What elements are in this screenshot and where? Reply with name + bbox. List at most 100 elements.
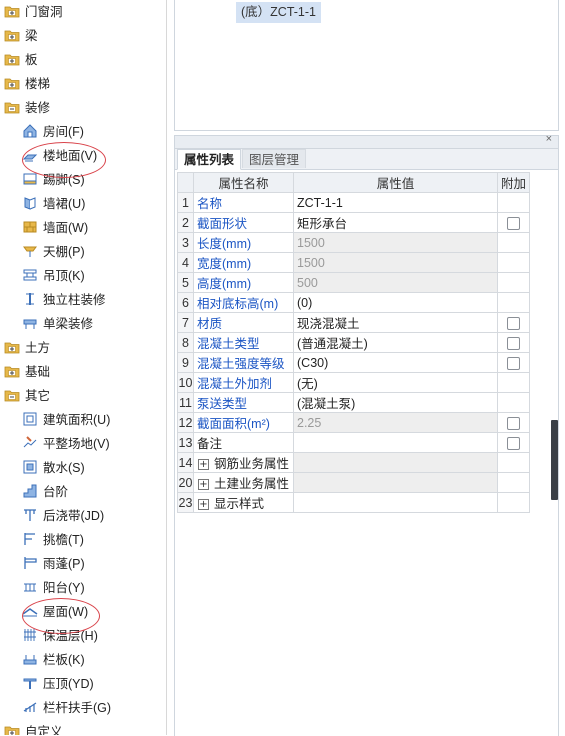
property-row[interactable]: 13 备注 [177, 432, 531, 453]
property-name-text: 截面面积(m²) [197, 417, 270, 431]
tree-folder[interactable]: 装修 [4, 96, 50, 118]
property-row[interactable]: 23 + 显示样式 [177, 492, 531, 513]
property-row[interactable]: 5 高度(mm) 500 [177, 272, 531, 293]
tree-item[interactable]: 墙裙(U) [22, 192, 85, 214]
attach-checkbox[interactable] [507, 356, 520, 370]
expand-icon[interactable]: + [198, 479, 209, 491]
tree-item[interactable]: 台阶 [22, 480, 68, 502]
tree-item[interactable]: 屋面(W) [22, 600, 88, 622]
tree-label: 天棚(P) [43, 244, 85, 259]
tree-label: 自定义 [25, 724, 63, 735]
tree-folder[interactable]: 其它 [4, 384, 50, 406]
property-name-text: 显示样式 [214, 497, 265, 511]
property-row[interactable]: 4 宽度(mm) 1500 [177, 252, 531, 273]
tree-item[interactable]: 挑檐(T) [22, 528, 84, 550]
tree-item[interactable]: 雨蓬(P) [22, 552, 85, 574]
property-value[interactable] [293, 432, 498, 453]
selected-component-label[interactable]: (底）ZCT-1-1 [236, 2, 322, 23]
tree-folder[interactable]: 门窗洞 [4, 0, 63, 22]
tree-item[interactable]: 建筑面积(U) [22, 408, 110, 430]
property-row[interactable]: 14 + 钢筋业务属性 [177, 452, 531, 473]
tree-item[interactable]: 独立柱装修 [22, 288, 106, 310]
row-index: 20 [177, 472, 194, 493]
property-value[interactable]: 现浇混凝土 [293, 312, 498, 333]
tree-item[interactable]: 阳台(Y) [22, 576, 85, 598]
tab-property-list[interactable]: 属性列表 [177, 149, 242, 170]
tree-label: 墙裙(U) [43, 196, 86, 211]
tree-item[interactable]: 吊顶(K) [22, 264, 85, 286]
property-row[interactable]: 3 长度(mm) 1500 [177, 232, 531, 253]
property-value[interactable] [293, 492, 498, 513]
tree-folder[interactable]: 土方 [4, 336, 50, 358]
attach-checkbox[interactable] [507, 336, 520, 350]
property-value[interactable]: ZCT-1-1 [293, 192, 498, 213]
close-icon[interactable]: × [546, 133, 552, 145]
property-row[interactable]: 10 混凝土外加剂 (无) [177, 372, 531, 393]
attach-checkbox[interactable] [507, 436, 520, 450]
property-row[interactable]: 12 截面面积(m²) 2.25 [177, 412, 531, 433]
tree-item[interactable]: 平整场地(V) [22, 432, 110, 454]
property-row[interactable]: 8 混凝土类型 (普通混凝土) [177, 332, 531, 353]
property-value[interactable]: (普通混凝土) [293, 332, 498, 353]
property-row[interactable]: 2 截面形状 矩形承台 [177, 212, 531, 233]
attach-checkbox[interactable] [507, 416, 520, 430]
tree-item[interactable]: 栏板(K) [22, 648, 85, 670]
property-row[interactable]: 6 相对底标高(m) (0) [177, 292, 531, 313]
property-value[interactable]: (混凝土泵) [293, 392, 498, 413]
property-name: + 显示样式 [193, 492, 294, 513]
property-value[interactable] [293, 472, 498, 493]
dado-icon [22, 195, 38, 211]
property-row[interactable]: 7 材质 现浇混凝土 [177, 312, 531, 333]
property-value[interactable]: (0) [293, 292, 498, 313]
property-value[interactable]: 矩形承台 [293, 212, 498, 233]
tree-item[interactable]: 天棚(P) [22, 240, 85, 262]
attach-checkbox[interactable] [507, 216, 520, 230]
property-row[interactable]: 9 混凝土强度等级 (C30) [177, 352, 531, 373]
tree-folder[interactable]: 基础 [4, 360, 50, 382]
add-cell [496, 192, 531, 213]
property-name-text: 混凝土类型 [197, 337, 260, 351]
tree-label: 楼梯 [25, 76, 51, 91]
property-row[interactable]: 20 + 土建业务属性 [177, 472, 531, 493]
tree-item[interactable]: 压顶(YD) [22, 672, 94, 694]
tree-item[interactable]: 房间(F) [22, 120, 84, 142]
property-name: 截面形状 [193, 212, 294, 233]
property-name: 相对底标高(m) [193, 292, 294, 313]
tree-folder[interactable]: 板 [4, 48, 38, 70]
tree-item[interactable]: 后浇带(JD) [22, 504, 104, 526]
tree-item[interactable]: 散水(S) [22, 456, 85, 478]
tree-label: 台阶 [43, 484, 69, 499]
property-row[interactable]: 11 泵送类型 (混凝土泵) [177, 392, 531, 413]
tree-label: 栏板(K) [43, 652, 85, 667]
tree-item[interactable]: 楼地面(V) [22, 144, 97, 166]
tree-item[interactable]: 踢脚(S) [22, 168, 85, 190]
property-value[interactable]: (无) [293, 372, 498, 393]
tree-folder[interactable]: 梁 [4, 24, 38, 46]
tree-folder[interactable]: 自定义 [4, 720, 63, 735]
property-value[interactable]: (C30) [293, 352, 498, 373]
area-icon [22, 411, 38, 427]
property-value[interactable] [293, 452, 498, 473]
canopy-icon [22, 555, 38, 571]
attach-checkbox[interactable] [507, 316, 520, 330]
tree-item[interactable]: 单梁装修 [22, 312, 93, 334]
tree-item[interactable]: 保温层(H) [22, 624, 98, 646]
tab-layer-management[interactable]: 图层管理 [242, 149, 307, 168]
property-row[interactable]: 1 名称 ZCT-1-1 [177, 192, 531, 213]
property-name-text: 泵送类型 [197, 397, 248, 411]
panel-splitter-handle[interactable] [551, 420, 558, 500]
property-name-text: 相对底标高(m) [197, 297, 279, 311]
property-name: + 钢筋业务属性 [193, 452, 294, 473]
tree-label: 散水(S) [43, 460, 85, 475]
row-index: 9 [177, 352, 194, 373]
tree-folder[interactable]: 楼梯 [4, 72, 50, 94]
expand-icon[interactable]: + [198, 499, 209, 511]
row-index: 12 [177, 412, 194, 433]
add-cell [496, 312, 531, 333]
expand-icon[interactable]: + [198, 459, 209, 471]
wall-icon [22, 219, 38, 235]
railing-icon [22, 699, 38, 715]
folder-icon [4, 387, 20, 403]
tree-item[interactable]: 栏杆扶手(G) [22, 696, 111, 718]
tree-item[interactable]: 墙面(W) [22, 216, 88, 238]
